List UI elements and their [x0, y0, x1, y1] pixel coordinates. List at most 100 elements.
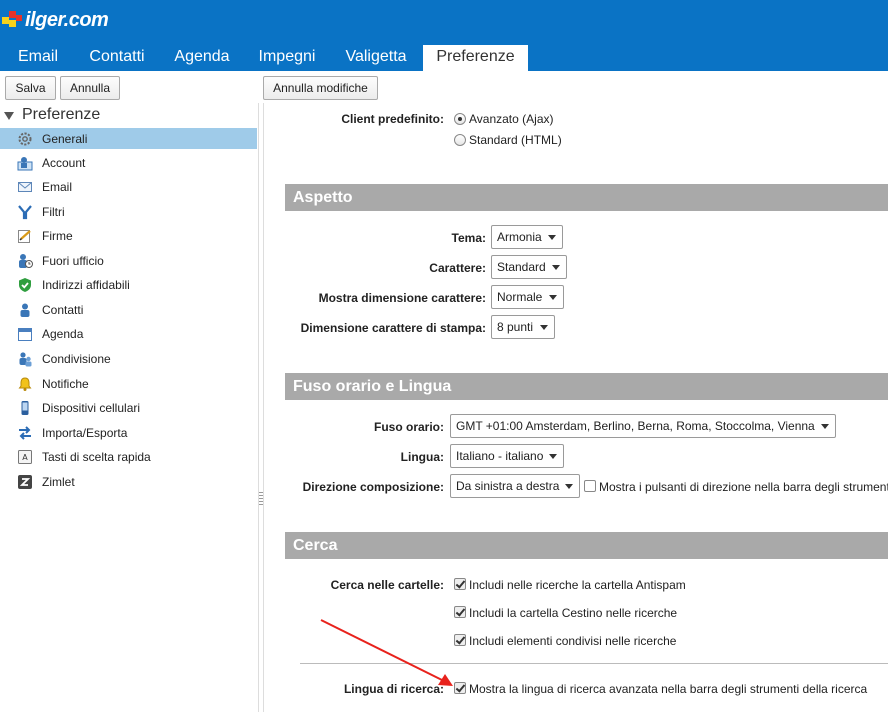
sidebar-item-label: Filtri — [42, 204, 65, 219]
sidebar-item-label: Notifiche — [42, 376, 89, 391]
sidebar-item-label: Agenda — [42, 326, 84, 341]
client-html-label[interactable]: Standard (HTML) — [469, 133, 562, 147]
lingua-value: Italiano - italiano — [456, 449, 544, 463]
sidebar-item-dispositivi-cellulari[interactable]: Dispositivi cellulari — [0, 397, 257, 418]
keyboard-shortcut-icon: A — [17, 449, 33, 465]
chevron-down-icon — [549, 454, 557, 459]
cestino-label[interactable]: Includi la cartella Cestino nelle ricerc… — [469, 606, 677, 620]
antispam-label[interactable]: Includi nelle ricerche la cartella Antis… — [469, 578, 686, 592]
fuso-orario-select[interactable]: GMT +01:00 Amsterdam, Berlino, Berna, Ro… — [450, 414, 836, 438]
sidebar-item-tasti-scelta-rapida[interactable]: A Tasti di scelta rapida — [0, 446, 257, 467]
sidebar-item-label: Fuori ufficio — [42, 253, 104, 268]
sidebar-item-label: Account — [42, 155, 86, 170]
mobile-icon — [17, 400, 33, 416]
sidebar-item-indirizzi-affidabili[interactable]: Indirizzi affidabili — [0, 274, 257, 295]
client-html-radio[interactable] — [454, 134, 466, 146]
sidebar-item-notifiche[interactable]: Notifiche — [0, 373, 257, 394]
tab-contatti[interactable]: Contatti — [74, 45, 160, 71]
direzione-select[interactable]: Da sinistra a destra — [450, 474, 580, 498]
client-ajax-label[interactable]: Avanzato (Ajax) — [469, 112, 554, 126]
out-of-office-icon — [17, 253, 33, 269]
sidebar-item-filtri[interactable]: Filtri — [0, 201, 257, 222]
antispam-checkbox[interactable] — [454, 578, 466, 590]
carattere-value: Standard — [497, 260, 546, 274]
dimensione-stampa-value: 8 punti — [497, 320, 534, 334]
sidebar-header[interactable]: Preferenze — [4, 106, 100, 124]
tema-value: Armonia — [497, 230, 542, 244]
logo-mark-icon — [2, 9, 24, 31]
shield-check-icon — [17, 277, 33, 293]
direzione-label: Direzione composizione: — [302, 480, 444, 494]
direzione-pulsanti-checkbox[interactable] — [584, 480, 596, 492]
sidebar-item-label: Generali — [42, 131, 88, 146]
mostra-dimensione-value: Normale — [497, 290, 543, 304]
signature-icon — [17, 228, 33, 244]
dimensione-stampa-label: Dimensione carattere di stampa: — [300, 321, 486, 335]
tab-email[interactable]: Email — [2, 45, 74, 71]
bell-icon — [17, 376, 33, 392]
sidebar-item-agenda[interactable]: Agenda — [0, 323, 257, 344]
sidebar-item-label: Indirizzi affidabili — [42, 277, 130, 292]
tab-agenda[interactable]: Agenda — [160, 45, 244, 71]
collapse-triangle-icon[interactable] — [4, 112, 14, 120]
sidebar-item-account[interactable]: Account — [0, 152, 257, 173]
sidebar-item-label: Tasti di scelta rapida — [42, 449, 151, 464]
tema-label: Tema: — [451, 231, 486, 245]
cancel-button[interactable]: Annulla — [60, 76, 120, 100]
lingua-select[interactable]: Italiano - italiano — [450, 444, 564, 468]
sidebar-item-generali[interactable]: Generali — [0, 128, 257, 149]
cerca-cartelle-label: Cerca nelle cartelle: — [330, 578, 444, 592]
splitter-grip-icon[interactable] — [259, 492, 263, 506]
chevron-down-icon — [549, 295, 557, 300]
dimensione-stampa-select[interactable]: 8 punti — [491, 315, 555, 339]
sidebar-item-fuori-ufficio[interactable]: Fuori ufficio — [0, 250, 257, 271]
annotation-arrow-icon — [320, 619, 453, 686]
logo[interactable]: ilger.com — [2, 5, 109, 35]
zimlet-icon — [17, 474, 33, 490]
sidebar-item-importa-esporta[interactable]: Importa/Esporta — [0, 422, 257, 443]
account-icon — [17, 155, 33, 171]
sidebar-item-label: Dispositivi cellulari — [42, 400, 141, 415]
import-export-icon — [17, 425, 33, 441]
sidebar-item-label: Importa/Esporta — [42, 425, 128, 440]
tab-preferenze[interactable]: Preferenze — [423, 45, 528, 71]
fuso-orario-label: Fuso orario: — [373, 420, 444, 434]
chevron-down-icon — [565, 484, 573, 489]
direzione-pulsanti-label[interactable]: Mostra i pulsanti di direzione nella bar… — [599, 480, 888, 494]
sidebar-item-contatti[interactable]: Contatti — [0, 299, 257, 320]
carattere-select[interactable]: Standard — [491, 255, 567, 279]
sidebar-item-email[interactable]: Email — [0, 176, 257, 197]
logo-text: ilger.com — [25, 8, 109, 31]
preferences-content: Client predefinito: Avanzato (Ajax) Stan… — [264, 103, 888, 712]
client-label: Client predefinito: — [341, 112, 444, 126]
tema-select[interactable]: Armonia — [491, 225, 563, 249]
sidebar-item-label: Firme — [42, 228, 73, 243]
client-ajax-radio[interactable] — [454, 113, 466, 125]
sidebar-item-zimlet[interactable]: Zimlet — [0, 471, 257, 492]
app-tabs: Email Contatti Agenda Impegni Valigetta … — [0, 45, 888, 71]
sidebar: Preferenze Generali Account Email Filtri… — [0, 103, 258, 712]
chevron-down-icon — [540, 325, 548, 330]
undo-changes-button[interactable]: Annulla modifiche — [263, 76, 378, 100]
filter-icon — [17, 204, 33, 220]
tab-impegni[interactable]: Impegni — [244, 45, 330, 71]
sidebar-item-label: Email — [42, 179, 73, 194]
section-cerca: Cerca — [285, 532, 888, 559]
fuso-orario-value: GMT +01:00 Amsterdam, Berlino, Berna, Ro… — [456, 419, 815, 433]
sharing-icon — [17, 351, 33, 367]
carattere-label: Carattere: — [429, 261, 486, 275]
condivisi-label[interactable]: Includi elementi condivisi nelle ricerch… — [469, 634, 676, 648]
calendar-icon — [17, 326, 33, 342]
tab-valigetta[interactable]: Valigetta — [330, 45, 422, 71]
chevron-down-icon — [548, 235, 556, 240]
sidebar-item-firme[interactable]: Firme — [0, 225, 257, 246]
mostra-dimensione-select[interactable]: Normale — [491, 285, 564, 309]
envelope-icon — [17, 179, 33, 195]
sidebar-item-label: Contatti — [42, 302, 84, 317]
lingua-ricerca-option-label[interactable]: Mostra la lingua di ricerca avanzata nel… — [469, 682, 867, 696]
toolbar: Salva Annulla Annulla modifiche — [0, 71, 888, 103]
svg-text:A: A — [22, 453, 28, 462]
sidebar-item-condivisione[interactable]: Condivisione — [0, 348, 257, 369]
save-button[interactable]: Salva — [5, 76, 56, 100]
contact-icon — [17, 302, 33, 318]
